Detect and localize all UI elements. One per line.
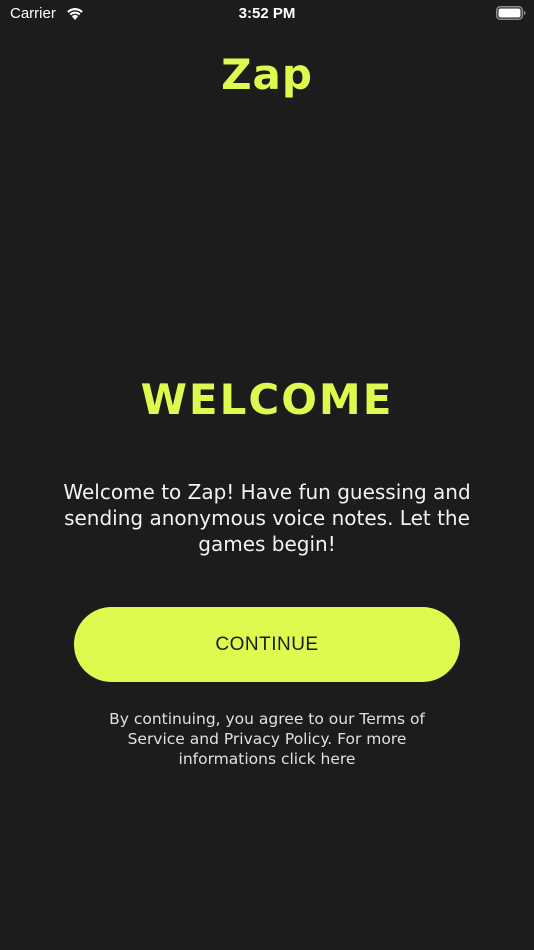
welcome-title: WELCOME <box>140 375 394 424</box>
app-logo: Zap <box>221 50 313 99</box>
battery-icon <box>496 6 526 20</box>
continue-button[interactable]: CONTINUE <box>74 607 460 682</box>
terms-link-text[interactable]: By continuing, you agree to our Terms of… <box>90 709 444 769</box>
continue-button-label: CONTINUE <box>215 633 319 655</box>
status-bar: Carrier 3:52 PM <box>0 0 534 28</box>
clock-time: 3:52 PM <box>238 5 296 22</box>
welcome-description: Welcome to Zap! Have fun guessing and se… <box>63 480 471 556</box>
